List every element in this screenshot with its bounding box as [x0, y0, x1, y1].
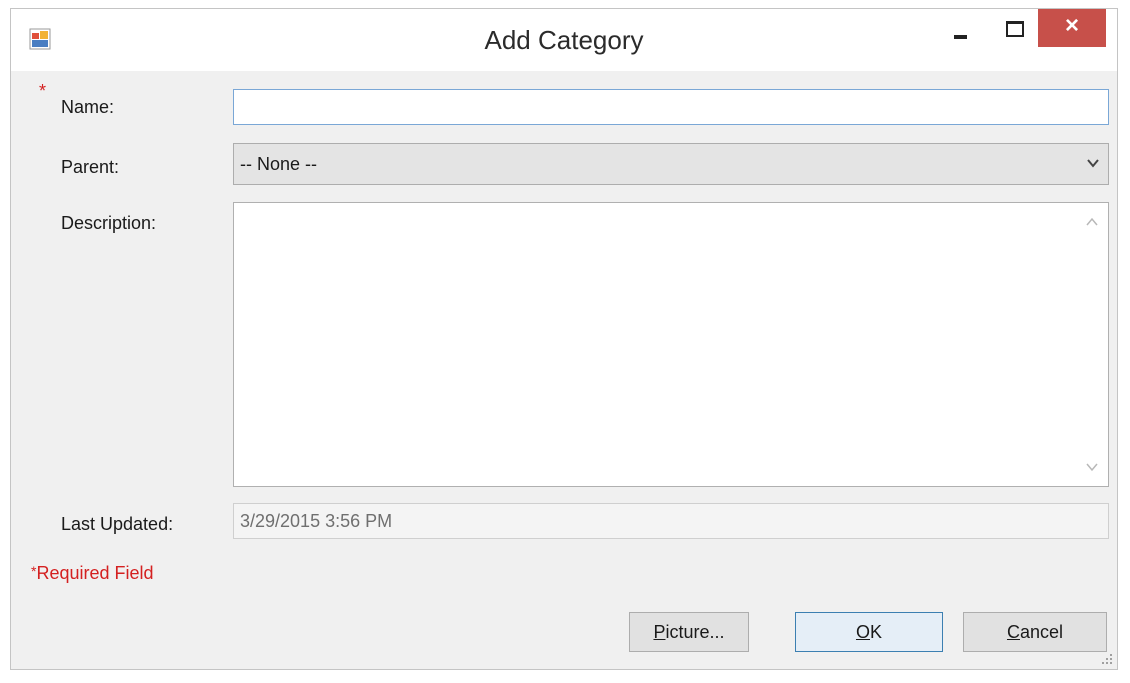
description-textarea[interactable]	[233, 202, 1109, 487]
cancel-button[interactable]: Cancel	[963, 612, 1107, 652]
description-scrollbar[interactable]	[1076, 203, 1108, 486]
ok-button-label: K	[870, 622, 883, 642]
cancel-button-label: ancel	[1019, 622, 1064, 642]
close-button[interactable]: ×	[1038, 9, 1106, 47]
parent-selected-value: -- None --	[240, 154, 318, 174]
parent-select[interactable]: -- None --	[233, 143, 1109, 185]
add-category-dialog: Add Category × * Name: Parent: -- None -…	[10, 8, 1118, 670]
chevron-down-icon	[1087, 159, 1099, 168]
name-label: Name:	[61, 97, 115, 117]
required-field-note: *Required Field	[31, 563, 154, 584]
minimize-icon[interactable]	[937, 9, 983, 47]
parent-label: Parent:	[61, 157, 120, 177]
picture-button[interactable]: Picture...	[629, 612, 749, 652]
ok-button[interactable]: OK	[795, 612, 943, 652]
ok-button-mnemonic: O	[855, 622, 870, 642]
picture-button-label: icture...	[665, 622, 725, 642]
name-input[interactable]	[233, 89, 1109, 125]
required-note-text: Required Field	[36, 563, 154, 583]
scroll-down-icon[interactable]	[1086, 462, 1098, 472]
cancel-button-mnemonic: C	[1006, 622, 1020, 642]
description-label: Description:	[61, 213, 157, 233]
maximize-icon[interactable]	[991, 9, 1037, 47]
picture-button-mnemonic: P	[653, 622, 666, 642]
resize-grip-icon[interactable]	[1101, 653, 1113, 665]
required-star: *	[39, 81, 47, 101]
last-updated-value: 3/29/2015 3:56 PM	[240, 511, 393, 531]
title-bar[interactable]: Add Category ×	[11, 9, 1117, 71]
scroll-up-icon[interactable]	[1086, 217, 1098, 227]
close-icon: ×	[1064, 12, 1079, 39]
last-updated-field: 3/29/2015 3:56 PM	[233, 503, 1109, 539]
last-updated-label: Last Updated:	[61, 514, 174, 534]
